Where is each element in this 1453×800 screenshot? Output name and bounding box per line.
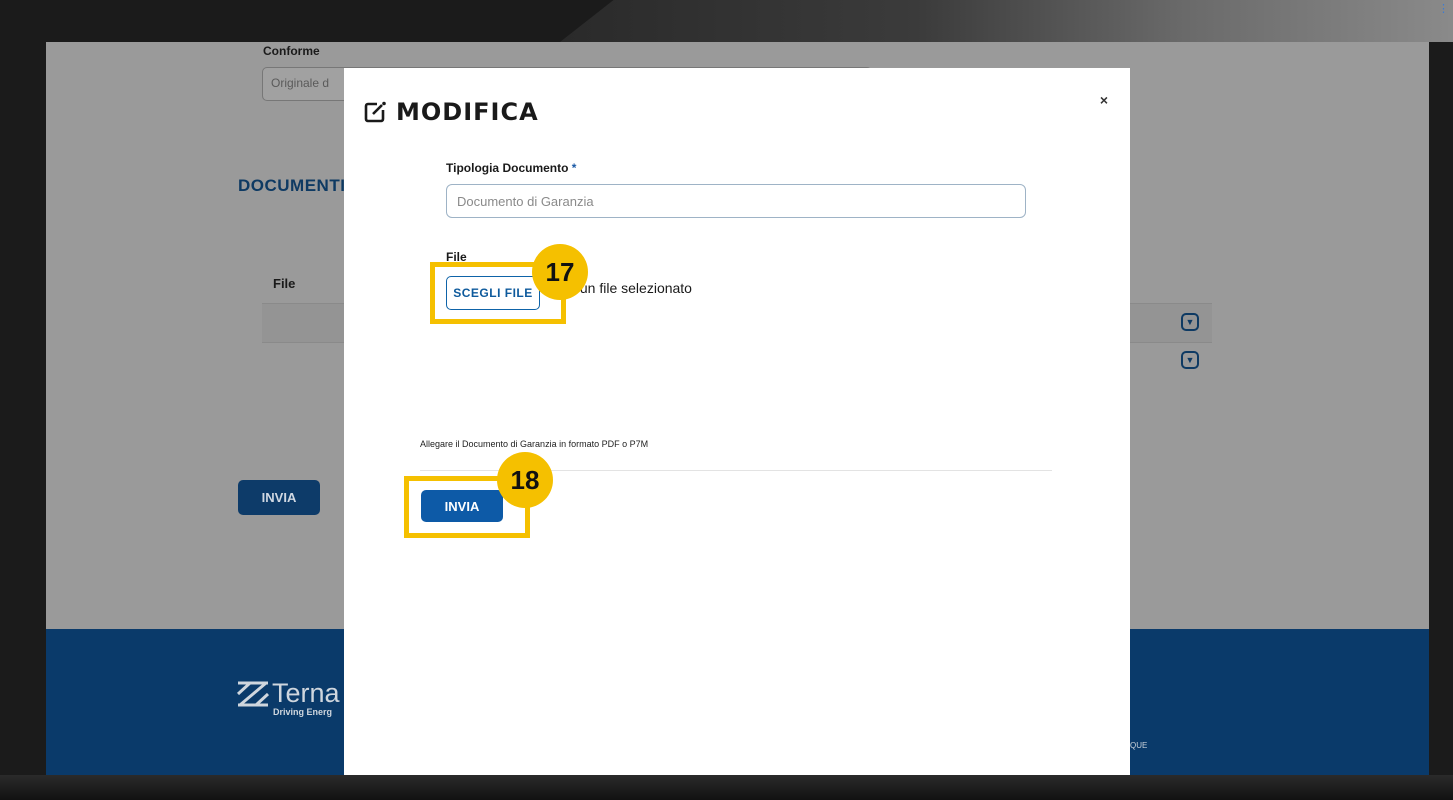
background-submit-button[interactable]: INVIA xyxy=(238,480,320,515)
chevron-down-icon[interactable]: ▼ xyxy=(1181,313,1199,331)
edit-icon xyxy=(364,101,386,123)
conforme-value: Originale d xyxy=(271,76,330,90)
footer-link-text: QUE xyxy=(1130,741,1148,750)
tipologia-input[interactable] xyxy=(446,184,1026,218)
tipologia-label-text: Tipologia Documento xyxy=(446,161,569,175)
upload-hint: Allegare il Documento di Garanzia in for… xyxy=(420,439,649,449)
step-badge-18: 18 xyxy=(497,452,553,508)
required-mark: * xyxy=(571,161,577,175)
laptop-base xyxy=(0,775,1453,800)
frame-glare xyxy=(560,0,1453,42)
step-badge-17: 17 xyxy=(532,244,588,300)
conforme-label: Conforme xyxy=(263,44,320,58)
terna-mark-icon xyxy=(236,681,270,707)
terna-wordmark: Terna xyxy=(272,678,340,708)
tipologia-label: Tipologia Documento * xyxy=(446,161,576,175)
close-button[interactable]: × xyxy=(1100,92,1108,108)
modal-title-text: MODIFICA xyxy=(396,98,539,126)
modal-title: MODIFICA xyxy=(364,98,539,126)
terna-logo: Terna Driving Energ xyxy=(236,678,340,717)
terna-tagline: Driving Energ xyxy=(273,707,333,717)
documents-heading: DOCUMENTI xyxy=(238,176,346,195)
chevron-down-icon[interactable]: ▼ xyxy=(1181,351,1199,369)
edit-modal: × MODIFICA Tipologia Documento * File SC… xyxy=(344,68,1130,775)
screen: Conforme Originale d DOCUMENTI File ▼ ▼ … xyxy=(46,42,1429,775)
corner-dots-icon: ⋮ xyxy=(1438,3,1449,15)
table-header-file: File xyxy=(273,276,296,291)
laptop-frame: ⋮ Conforme Originale d DOCUMENTI File ▼ … xyxy=(0,0,1453,800)
